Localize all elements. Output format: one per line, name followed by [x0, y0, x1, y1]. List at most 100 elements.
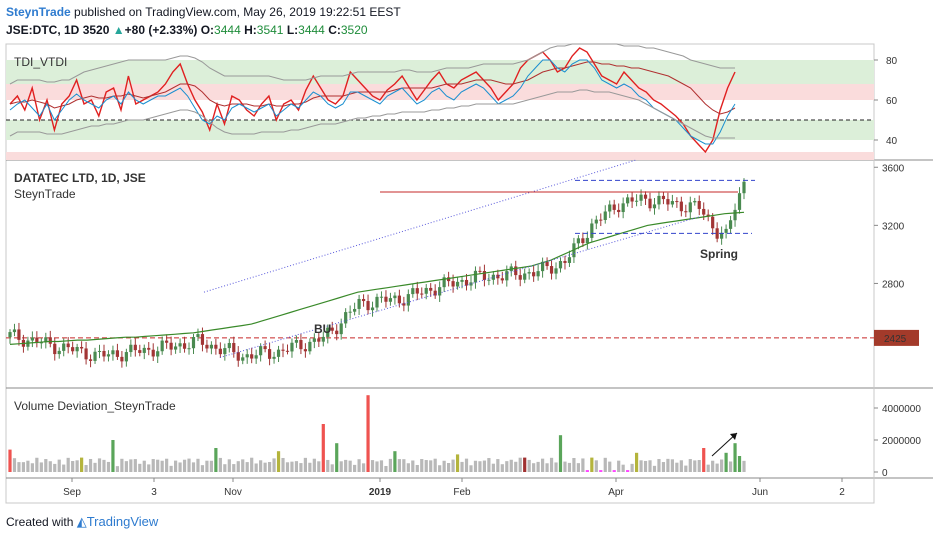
volume-bar	[527, 459, 531, 472]
volume-bar	[182, 459, 187, 472]
candle-body	[353, 308, 357, 312]
candle-body	[684, 211, 688, 213]
volume-bar	[523, 457, 527, 472]
volume-bar	[603, 457, 607, 472]
volume-bar	[733, 443, 737, 472]
candle-body	[626, 197, 630, 204]
candle-body	[617, 209, 621, 213]
price-title: DATATEC LTD, 1D, JSE	[14, 171, 146, 185]
candle-body	[272, 356, 276, 359]
candle-body	[536, 271, 540, 277]
candle-body	[236, 352, 240, 361]
volume-bar	[165, 458, 169, 472]
volume-bar	[384, 465, 388, 472]
candle-body	[715, 228, 719, 239]
volume-bar	[594, 460, 598, 472]
candle-body	[397, 295, 401, 304]
volume-bar	[460, 461, 464, 472]
volume-bar	[71, 461, 75, 472]
volume-bar	[711, 460, 715, 472]
volume-bar	[321, 424, 325, 472]
volume-bar	[388, 458, 393, 472]
volume-bar	[187, 458, 191, 472]
volume-bar	[214, 448, 218, 472]
volume-bar	[500, 464, 504, 472]
candle-body	[66, 343, 70, 348]
volume-bar	[661, 462, 666, 472]
candle-body	[388, 298, 393, 302]
candle-body	[733, 209, 737, 221]
volume-bar	[487, 458, 491, 472]
volume-bar	[53, 463, 57, 472]
volume-bar	[335, 443, 339, 472]
candle-body	[500, 278, 504, 281]
candle-body	[711, 216, 715, 229]
candle-body	[487, 279, 491, 281]
volume-ytick-label: 4000000	[882, 404, 921, 415]
price-subtitle: SteynTrade	[14, 187, 76, 201]
candle-body	[281, 349, 285, 351]
tradingview-brand[interactable]: TradingView	[87, 514, 159, 529]
volume-bar	[133, 459, 137, 472]
tradingview-logo-icon[interactable]: ◭	[77, 514, 87, 529]
candle-body	[406, 294, 410, 306]
tdi-zone	[6, 120, 874, 140]
volume-bar	[129, 459, 133, 472]
candle-body	[679, 201, 683, 212]
chart-canvas[interactable]: 40 60 80 TDI_VTDI 2800 3200 3600 2425 DATATEC LT…	[0, 0, 939, 540]
volume-bar	[397, 459, 401, 472]
volume-bar	[290, 461, 294, 472]
candle-body	[612, 204, 616, 210]
volume-bar	[276, 451, 281, 472]
volume-bar	[634, 452, 639, 472]
candle-body	[209, 344, 214, 349]
candle-body	[728, 220, 733, 229]
volume-bar	[209, 460, 214, 472]
candle-body	[599, 219, 603, 221]
volume-bar	[17, 462, 21, 472]
volume-bar	[348, 460, 352, 472]
volume-bar	[540, 458, 545, 472]
candle-body	[415, 288, 419, 294]
volume-bar	[429, 460, 433, 472]
candle-body	[182, 343, 187, 349]
candle-body	[93, 351, 97, 361]
candle-body	[424, 287, 428, 294]
volume-bar	[236, 461, 240, 472]
volume-bar	[124, 461, 128, 472]
volume-bar	[590, 457, 594, 472]
volume-bar	[464, 458, 469, 472]
candle-body	[438, 287, 442, 296]
volume-bar	[702, 448, 706, 472]
candle-body	[585, 237, 589, 244]
volume-bar	[742, 460, 746, 472]
volume-bar	[227, 459, 231, 472]
volume-bar	[406, 463, 410, 472]
candle-body	[527, 272, 531, 274]
candle-body	[62, 343, 66, 351]
candle-body	[30, 337, 34, 341]
candle-body	[84, 348, 88, 360]
price-ytick-label: 3600	[882, 163, 905, 174]
candle-body	[200, 334, 205, 345]
volume-bar	[505, 461, 509, 472]
candle-body	[259, 346, 263, 356]
candle-body	[191, 337, 196, 349]
volume-bar	[48, 461, 52, 472]
volume-bar	[12, 458, 17, 472]
candle-body	[639, 194, 643, 201]
volume-bar	[317, 461, 321, 472]
candle-body	[643, 194, 648, 199]
volume-bar	[26, 460, 30, 472]
candle-body	[187, 348, 191, 350]
volume-bar	[281, 457, 285, 472]
volume-bar	[585, 470, 589, 472]
candle-body	[460, 279, 464, 282]
volume-bar	[688, 459, 692, 472]
candle-body	[661, 195, 666, 200]
price-ytick-label: 3200	[882, 221, 905, 232]
volume-bar	[411, 460, 415, 472]
volume-bar	[621, 464, 625, 472]
candle-body	[294, 340, 299, 343]
candle-body	[106, 354, 111, 357]
